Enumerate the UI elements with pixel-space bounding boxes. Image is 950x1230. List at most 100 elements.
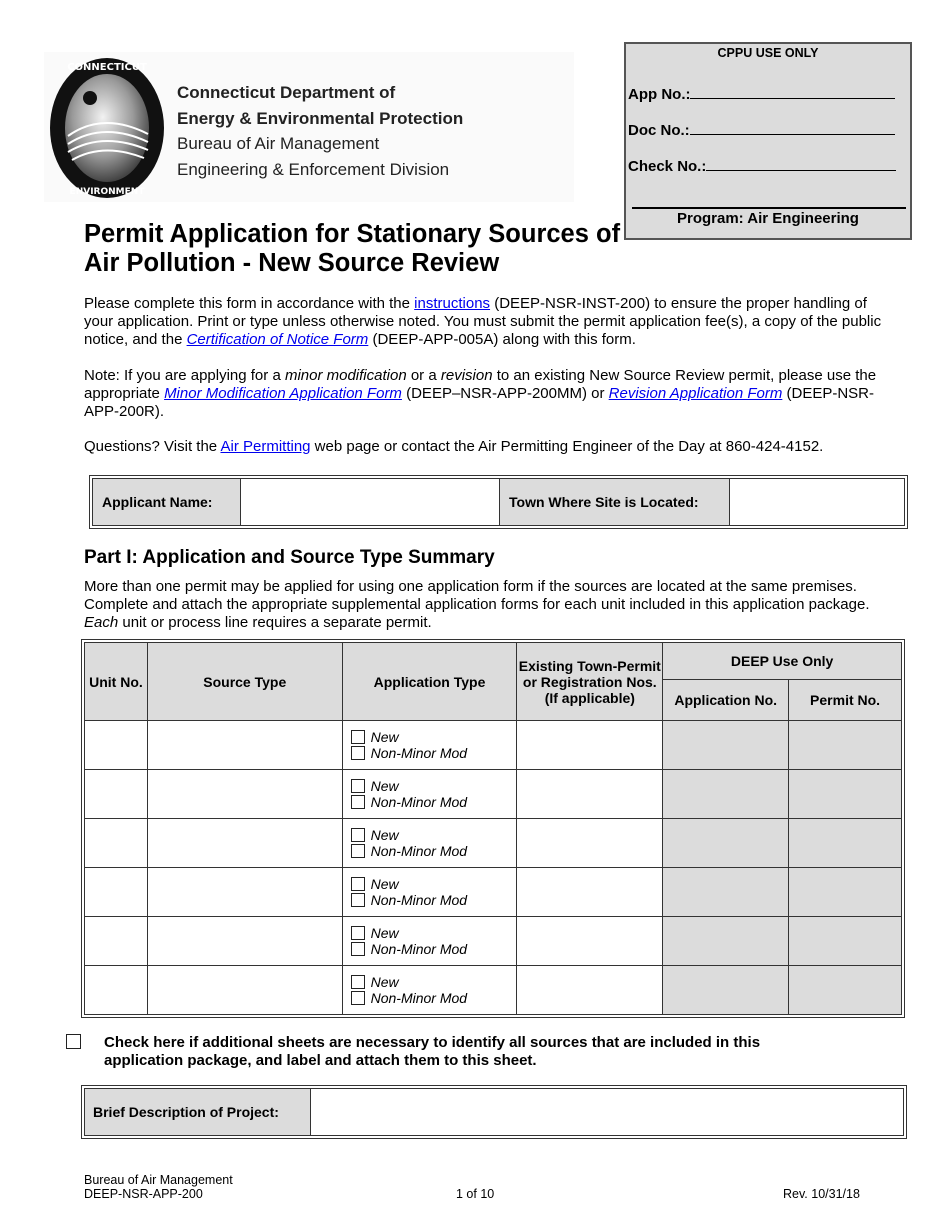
option-new[interactable]: New bbox=[343, 778, 517, 794]
questions-paragraph: Questions? Visit the Air Permitting web … bbox=[84, 438, 824, 455]
new-checkbox[interactable] bbox=[350, 926, 365, 940]
option-new[interactable]: New bbox=[343, 974, 517, 990]
table-row: New Non-Minor Mod bbox=[84, 720, 902, 770]
header-permit-no: Permit No. bbox=[788, 679, 902, 721]
application-no-cell[interactable] bbox=[662, 867, 790, 917]
page-number: 1 of 10 bbox=[456, 1187, 495, 1201]
option-non-minor-mod[interactable]: Non-Minor Mod bbox=[343, 794, 517, 810]
app-no-field[interactable]: App No.: bbox=[628, 84, 896, 103]
deep-seal-logo: CONNECTICUT ENVIRONMENT bbox=[50, 58, 164, 198]
existing-permit-cell[interactable] bbox=[516, 769, 664, 819]
existing-permit-cell[interactable] bbox=[516, 867, 664, 917]
option-non-minor-mod[interactable]: Non-Minor Mod bbox=[343, 990, 517, 1006]
option-new[interactable]: New bbox=[343, 729, 517, 745]
page-title: Permit Application for Stationary Source… bbox=[84, 220, 621, 277]
non-minor-mod-checkbox[interactable] bbox=[350, 991, 365, 1005]
divider bbox=[632, 207, 906, 209]
permit-no-cell[interactable] bbox=[788, 720, 902, 770]
sun-icon bbox=[83, 91, 97, 105]
unit-no-cell[interactable] bbox=[84, 867, 148, 917]
part1-heading: Part I: Application and Source Type Summ… bbox=[84, 547, 495, 568]
application-type-cell: New Non-Minor Mod bbox=[341, 867, 518, 917]
application-no-cell[interactable] bbox=[662, 769, 790, 819]
note-paragraph: Note: If you are applying for a minor mo… bbox=[84, 367, 877, 420]
source-type-cell[interactable] bbox=[146, 818, 343, 868]
cppu-title: CPPU USE ONLY bbox=[717, 46, 819, 60]
table-row: New Non-Minor Mod bbox=[84, 867, 902, 917]
application-no-cell[interactable] bbox=[662, 916, 790, 966]
permit-no-cell[interactable] bbox=[788, 769, 902, 819]
existing-permit-cell[interactable] bbox=[516, 818, 664, 868]
applicant-name-input[interactable] bbox=[241, 479, 500, 525]
table-row: New Non-Minor Mod bbox=[84, 769, 902, 819]
certification-of-notice-link[interactable]: Certification of Notice Form bbox=[187, 331, 369, 348]
new-checkbox[interactable] bbox=[350, 975, 365, 989]
new-checkbox[interactable] bbox=[350, 828, 365, 842]
existing-permit-cell[interactable] bbox=[516, 720, 664, 770]
existing-permit-cell[interactable] bbox=[516, 916, 664, 966]
additional-sheets-checkbox[interactable] bbox=[66, 1034, 81, 1049]
revision-date: Rev. 10/31/18 bbox=[783, 1187, 860, 1201]
brief-description-input[interactable] bbox=[311, 1089, 903, 1135]
option-non-minor-mod[interactable]: Non-Minor Mod bbox=[343, 941, 517, 957]
option-new[interactable]: New bbox=[343, 876, 517, 892]
non-minor-mod-checkbox[interactable] bbox=[350, 942, 365, 956]
source-summary-table: Unit No. Source Type Application Type Ex… bbox=[81, 639, 905, 1018]
check-no-field[interactable]: Check No.: bbox=[628, 156, 897, 175]
option-new[interactable]: New bbox=[343, 827, 517, 843]
part1-description: More than one permit may be applied for … bbox=[84, 578, 870, 631]
additional-sheets-option: Check here if additional sheets are nece… bbox=[66, 1034, 824, 1070]
instructions-link[interactable]: instructions bbox=[414, 295, 490, 312]
header-existing-permit: Existing Town-Permit or Registration Nos… bbox=[516, 642, 664, 721]
revision-form-link[interactable]: Revision Application Form bbox=[609, 385, 783, 402]
application-no-cell[interactable] bbox=[662, 965, 790, 1015]
unit-no-cell[interactable] bbox=[84, 916, 148, 966]
header-application-no: Application No. bbox=[662, 679, 790, 721]
application-no-cell[interactable] bbox=[662, 818, 790, 868]
permit-no-cell[interactable] bbox=[788, 818, 902, 868]
town-input[interactable] bbox=[730, 479, 904, 525]
intro-paragraph: Please complete this form in accordance … bbox=[84, 295, 882, 348]
non-minor-mod-checkbox[interactable] bbox=[350, 893, 365, 907]
option-non-minor-mod[interactable]: Non-Minor Mod bbox=[343, 843, 517, 859]
doc-no-field[interactable]: Doc No.: bbox=[628, 120, 895, 139]
application-type-cell: New Non-Minor Mod bbox=[341, 769, 518, 819]
source-type-cell[interactable] bbox=[146, 867, 343, 917]
unit-no-cell[interactable] bbox=[84, 965, 148, 1015]
minor-modification-form-link[interactable]: Minor Modification Application Form bbox=[164, 385, 402, 402]
permit-no-cell[interactable] bbox=[788, 916, 902, 966]
option-non-minor-mod[interactable]: Non-Minor Mod bbox=[343, 892, 517, 908]
new-checkbox[interactable] bbox=[350, 730, 365, 744]
unit-no-cell[interactable] bbox=[84, 720, 148, 770]
unit-no-cell[interactable] bbox=[84, 769, 148, 819]
new-checkbox[interactable] bbox=[350, 779, 365, 793]
non-minor-mod-checkbox[interactable] bbox=[350, 844, 365, 858]
table-row: New Non-Minor Mod bbox=[84, 916, 902, 966]
source-type-cell[interactable] bbox=[146, 916, 343, 966]
footer-left: Bureau of Air Management DEEP-NSR-APP-20… bbox=[84, 1173, 233, 1201]
option-non-minor-mod[interactable]: Non-Minor Mod bbox=[343, 745, 517, 761]
unit-no-cell[interactable] bbox=[84, 818, 148, 868]
source-type-cell[interactable] bbox=[146, 720, 343, 770]
svg-text:CONNECTICUT: CONNECTICUT bbox=[67, 62, 147, 73]
brief-description-table: Brief Description of Project: bbox=[81, 1085, 907, 1139]
non-minor-mod-checkbox[interactable] bbox=[350, 746, 365, 760]
application-type-cell: New Non-Minor Mod bbox=[341, 916, 518, 966]
header-unit-no: Unit No. bbox=[84, 642, 148, 721]
non-minor-mod-checkbox[interactable] bbox=[350, 795, 365, 809]
header-deep-use-only: DEEP Use Only bbox=[662, 642, 902, 680]
permit-no-cell[interactable] bbox=[788, 965, 902, 1015]
applicant-table: Applicant Name: Town Where Site is Locat… bbox=[89, 475, 908, 529]
application-type-cell: New Non-Minor Mod bbox=[341, 720, 518, 770]
source-type-cell[interactable] bbox=[146, 769, 343, 819]
option-new[interactable]: New bbox=[343, 925, 517, 941]
new-checkbox[interactable] bbox=[350, 877, 365, 891]
air-permitting-link[interactable]: Air Permitting bbox=[220, 438, 310, 455]
existing-permit-cell[interactable] bbox=[516, 965, 664, 1015]
source-type-cell[interactable] bbox=[146, 965, 343, 1015]
cppu-use-only-box: CPPU USE ONLY App No.: Doc No.: Check No… bbox=[624, 42, 912, 240]
permit-no-cell[interactable] bbox=[788, 867, 902, 917]
application-no-cell[interactable] bbox=[662, 720, 790, 770]
svg-text:ENVIRONMENT: ENVIRONMENT bbox=[70, 187, 146, 197]
header-source-type: Source Type bbox=[146, 642, 343, 721]
